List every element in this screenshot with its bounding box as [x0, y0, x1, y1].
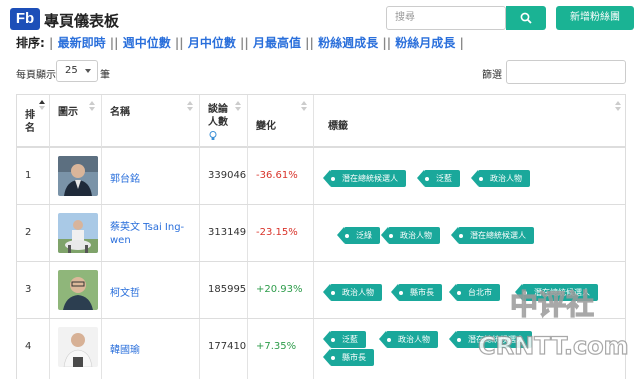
sort-icon — [615, 101, 621, 111]
page-name-link[interactable]: 韓國瑜 — [110, 341, 140, 356]
table-row[interactable]: 4 韓國瑜 177410 +7.35% 泛藍 政治人物 潛在總統候選人 縣市長 — [16, 319, 626, 379]
tag[interactable]: 縣市長 — [391, 284, 442, 301]
sort-icon — [187, 101, 193, 111]
page-size-select[interactable]: 25 — [56, 60, 98, 82]
chevron-down-icon — [85, 69, 91, 73]
talking-count: 313149 — [208, 227, 247, 238]
sort-latest[interactable]: 最新即時 — [58, 36, 106, 50]
change-value: +20.93% — [256, 284, 303, 295]
page-name-link[interactable]: 柯文哲 — [110, 284, 140, 299]
table-row[interactable]: 1 郭台銘 339046 -36.61% 潛在總統候選人 泛藍 政治人物 — [16, 148, 626, 205]
col-rank[interactable]: 排名 — [17, 95, 50, 147]
change-value: -36.61% — [256, 170, 298, 181]
tag[interactable]: 潛在總統候選人 — [451, 227, 534, 244]
search-input[interactable]: 搜尋 — [386, 6, 506, 30]
tag[interactable]: 潛在總統候選人 — [449, 331, 532, 348]
col-change[interactable]: 變化 — [248, 95, 314, 147]
table-row[interactable]: 3 柯文哲 185995 +20.93% 政治人物 縣市長 台北市 潛在總統候選… — [16, 262, 626, 319]
tag[interactable]: 潛在總統候選人 — [515, 284, 598, 301]
filter-input[interactable] — [506, 60, 626, 84]
tag[interactable]: 泛藍 — [417, 170, 460, 187]
sort-fans-month-growth[interactable]: 粉絲月成長 — [395, 36, 455, 50]
avatar[interactable] — [58, 213, 98, 253]
lightbulb-icon — [209, 131, 217, 140]
avatar[interactable] — [58, 270, 98, 310]
table-header: 排名 圖示 名稱 談論人數 變化 標籤 — [16, 94, 626, 148]
rank: 1 — [25, 170, 32, 181]
talking-count: 177410 — [208, 341, 247, 352]
col-talking-count[interactable]: 談論人數 — [200, 95, 248, 147]
tag[interactable]: 泛藍 — [323, 331, 366, 348]
fb-logo[interactable]: Fb — [10, 8, 40, 30]
sort-icon — [39, 100, 45, 110]
tag[interactable]: 政治人物 — [381, 227, 440, 244]
sort-fans-week-growth[interactable]: 粉絲週成長 — [318, 36, 378, 50]
filter-label: 篩選 — [482, 70, 502, 81]
page-size-unit: 筆 — [100, 70, 110, 81]
tag[interactable]: 泛綠 — [337, 227, 380, 244]
tag[interactable]: 政治人物 — [471, 170, 530, 187]
rank: 2 — [25, 227, 32, 238]
page-size-value: 25 — [65, 65, 78, 76]
rank: 3 — [25, 284, 32, 295]
change-value: +7.35% — [256, 341, 297, 352]
sort-week-median[interactable]: 週中位數 — [123, 36, 171, 50]
tag[interactable]: 政治人物 — [379, 331, 438, 348]
sort-month-median[interactable]: 月中位數 — [188, 36, 236, 50]
col-name[interactable]: 名稱 — [102, 95, 200, 147]
sort-icon — [89, 101, 95, 111]
talking-count: 339046 — [208, 170, 247, 181]
page-title[interactable]: 專頁儀表板 — [44, 10, 119, 31]
col-icon[interactable]: 圖示 — [50, 95, 102, 147]
tag[interactable]: 潛在總統候選人 — [323, 170, 406, 187]
search-button[interactable] — [506, 6, 546, 30]
tag[interactable]: 台北市 — [449, 284, 500, 301]
sort-icon — [235, 101, 241, 111]
page-name-link[interactable]: 郭台銘 — [110, 170, 140, 185]
sort-label: 排序: — [16, 36, 45, 50]
sort-bar: 排序: | 最新即時 || 週中位數 || 月中位數 || 月最高值 || 粉絲… — [16, 36, 464, 50]
tag[interactable]: 縣市長 — [323, 349, 374, 366]
change-value: -23.15% — [256, 227, 298, 238]
sort-month-max[interactable]: 月最高值 — [253, 36, 301, 50]
tag[interactable]: 政治人物 — [323, 284, 382, 301]
col-tags[interactable]: 標籤 — [314, 95, 627, 147]
add-fanpage-button[interactable]: 新增粉絲團 — [556, 6, 634, 30]
sort-icon — [301, 101, 307, 111]
talking-count: 185995 — [208, 284, 247, 295]
table-row[interactable]: 2 蔡英文 Tsai Ing-wen 313149 -23.15% 泛綠 政治人… — [16, 205, 626, 262]
avatar[interactable] — [58, 327, 98, 367]
page-name-link[interactable]: 蔡英文 Tsai Ing-wen — [110, 221, 190, 247]
avatar[interactable] — [58, 156, 98, 196]
search-icon — [520, 12, 532, 24]
rank: 4 — [25, 341, 32, 352]
page-size-label: 每頁顯示 — [16, 70, 56, 81]
